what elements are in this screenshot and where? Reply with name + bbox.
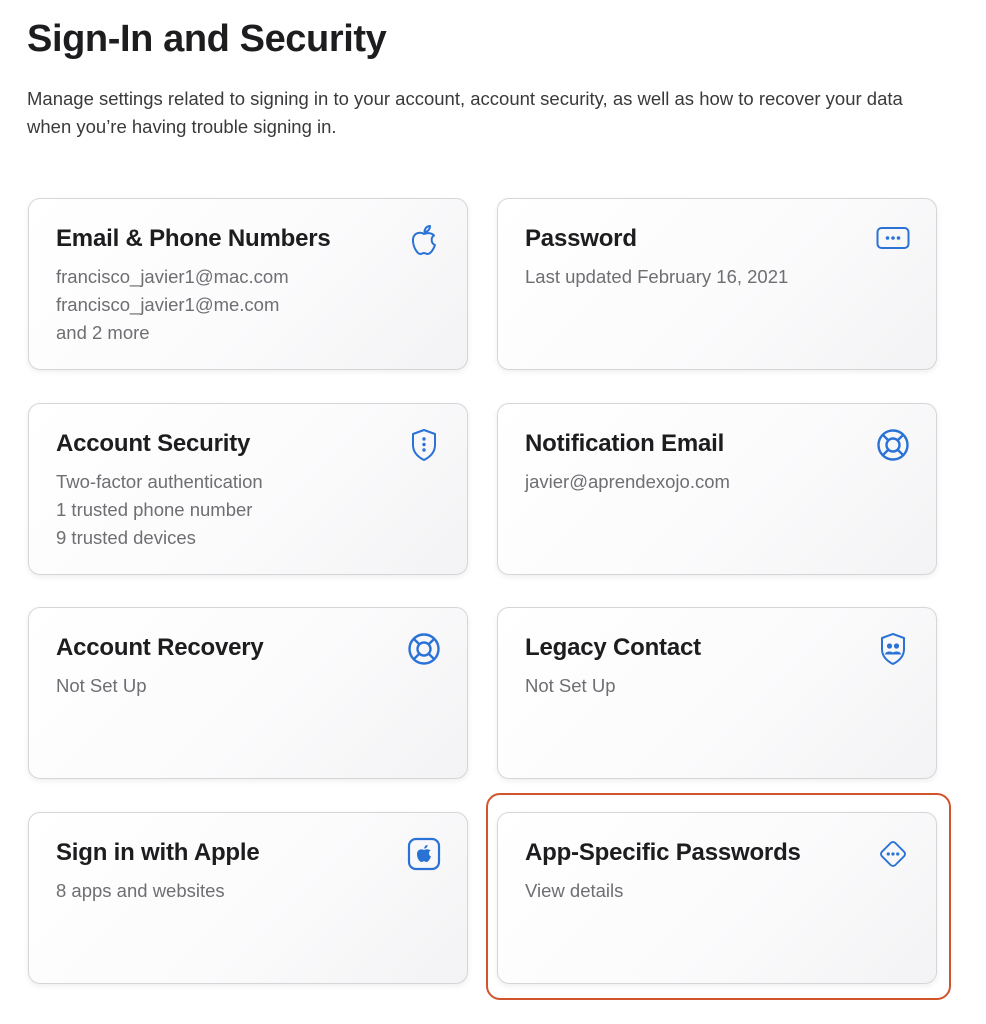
email-phone-numbers-card[interactable]: Email & Phone Numbers francisco_javier1@… [28, 198, 468, 370]
legacy-contact-shield-icon [876, 632, 910, 666]
card-details: francisco_javier1@mac.com francisco_javi… [56, 263, 289, 347]
card-title: Legacy Contact [525, 634, 701, 661]
card-detail-line: Not Set Up [56, 675, 147, 696]
card-detail-line: Not Set Up [525, 675, 616, 696]
account-recovery-card[interactable]: Account Recovery Not Set Up [28, 607, 468, 779]
account-security-card[interactable]: Account Security Two-factor authenticati… [28, 403, 468, 575]
legacy-contact-card[interactable]: Legacy Contact Not Set Up [497, 607, 937, 779]
lifebuoy-icon [407, 632, 441, 666]
card-details: View details [525, 877, 623, 905]
page-title: Sign-In and Security [27, 18, 387, 60]
card-detail-line: 9 trusted devices [56, 527, 196, 548]
card-detail-line: francisco_javier1@mac.com [56, 266, 289, 287]
card-detail-line: 8 apps and websites [56, 880, 225, 901]
card-details: javier@aprendexojo.com [525, 468, 730, 496]
card-details: Not Set Up [56, 672, 147, 700]
card-detail-line: and 2 more [56, 322, 150, 343]
sign-in-with-apple-card[interactable]: Sign in with Apple 8 apps and websites [28, 812, 468, 984]
card-details: Not Set Up [525, 672, 616, 700]
card-title: Account Recovery [56, 634, 264, 661]
shield-icon [407, 428, 441, 462]
password-card[interactable]: Password Last updated February 16, 2021 [497, 198, 937, 370]
page-description: Manage settings related to signing in to… [27, 88, 903, 137]
card-details: Last updated February 16, 2021 [525, 263, 788, 291]
card-title: App-Specific Passwords [525, 839, 801, 866]
card-detail-line: 1 trusted phone number [56, 499, 253, 520]
card-detail-line: francisco_javier1@me.com [56, 294, 280, 315]
card-detail-line: View details [525, 880, 624, 901]
card-details: Two-factor authentication 1 trusted phon… [56, 468, 263, 552]
card-detail-line: javier@aprendexojo.com [525, 471, 730, 492]
password-dots-icon [876, 221, 910, 255]
apple-logo-icon [407, 223, 441, 257]
card-title: Email & Phone Numbers [56, 225, 331, 252]
app-specific-passwords-card[interactable]: App-Specific Passwords View details [497, 812, 937, 984]
notification-email-card[interactable]: Notification Email javier@aprendexojo.co… [497, 403, 937, 575]
sign-in-with-apple-icon [407, 837, 441, 871]
card-title: Password [525, 225, 637, 252]
diamond-dots-icon [876, 837, 910, 871]
card-detail-line: Last updated February 16, 2021 [525, 266, 789, 287]
card-title: Sign in with Apple [56, 839, 260, 866]
card-details: 8 apps and websites [56, 877, 225, 905]
lifebuoy-icon [876, 428, 910, 462]
card-detail-line: Two-factor authentication [56, 471, 263, 492]
card-title: Notification Email [525, 430, 725, 457]
card-title: Account Security [56, 430, 251, 457]
